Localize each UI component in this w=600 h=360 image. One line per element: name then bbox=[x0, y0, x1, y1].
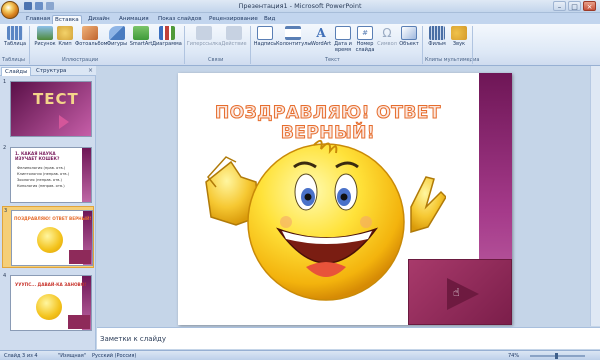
slide-preview: УУУПС... ДАВАЙ-КА ЗАНОВО! bbox=[10, 275, 92, 331]
slide-thumbnail-2[interactable]: 2 1. КАКАЯ НАУКА ИЗУЧАЕТ КОШЕК? Фелиноло… bbox=[2, 144, 94, 206]
hand-cursor-icon: ☝ bbox=[453, 286, 460, 299]
table-button[interactable]: Таблица bbox=[2, 26, 28, 47]
sound-button[interactable]: Звук bbox=[446, 26, 472, 47]
action-icon bbox=[226, 26, 242, 40]
sad-smiley-icon bbox=[36, 294, 62, 320]
slide-number: 1 bbox=[3, 79, 7, 85]
smiley-icon bbox=[37, 227, 63, 253]
answer-option: Зоология (неправ. отв.) bbox=[17, 178, 62, 182]
group-label-tables: Таблицы bbox=[2, 57, 25, 63]
shapes-icon bbox=[109, 26, 125, 40]
window-title: Презентация1 - Microsoft PowerPoint bbox=[238, 2, 362, 10]
slide-number: 4 bbox=[3, 273, 7, 279]
smartart-icon bbox=[133, 26, 149, 40]
object-button[interactable]: Объект bbox=[396, 26, 422, 47]
slide-canvas[interactable]: ПОЗДРАВЛЯЮ! ОТВЕТ ВЕРНЫЙ! ☝ bbox=[178, 73, 512, 325]
zoom-thumb[interactable] bbox=[555, 353, 558, 359]
office-button[interactable] bbox=[1, 1, 19, 19]
group-label-links: Связи bbox=[208, 57, 224, 63]
play-icon bbox=[447, 278, 479, 310]
photo-album-icon bbox=[82, 26, 98, 40]
smartart-button[interactable]: SmartArt bbox=[128, 26, 154, 47]
panel-tabs: Слайды Структура × bbox=[0, 66, 96, 76]
slide-title: ТЕСТ bbox=[33, 90, 79, 108]
action-button[interactable]: Действие bbox=[220, 26, 248, 47]
clipart-icon bbox=[57, 26, 73, 40]
slide-thumbnail-1[interactable]: 1 ТЕСТ bbox=[2, 78, 94, 140]
wordart-icon: A bbox=[316, 26, 326, 40]
chart-icon bbox=[159, 26, 175, 40]
textbox-button[interactable]: Надпись bbox=[252, 26, 278, 47]
hyperlink-icon bbox=[196, 26, 212, 40]
slide-preview: 1. КАКАЯ НАУКА ИЗУЧАЕТ КОШЕК? Фелинологи… bbox=[10, 147, 92, 203]
slide-title: УУУПС... ДАВАЙ-КА ЗАНОВО! bbox=[15, 282, 87, 287]
slide-preview: ТЕСТ bbox=[10, 81, 92, 137]
play-icon bbox=[59, 115, 69, 129]
language[interactable]: Русский (Россия) bbox=[92, 353, 136, 359]
slide-counter: Слайд 3 из 4 bbox=[4, 353, 38, 359]
vertical-scrollbar[interactable] bbox=[590, 66, 600, 326]
play-button[interactable]: ☝ bbox=[408, 259, 512, 325]
slide-number: 3 bbox=[4, 208, 8, 214]
textbox-icon bbox=[257, 26, 273, 40]
tab-slides[interactable]: Слайды bbox=[1, 67, 32, 76]
title-bar: Презентация1 - Microsoft PowerPoint – □ … bbox=[0, 0, 600, 19]
close-icon[interactable]: × bbox=[88, 67, 93, 74]
slide-number-icon: # bbox=[357, 26, 373, 40]
table-icon bbox=[7, 26, 23, 40]
slide-title: 1. КАКАЯ НАУКА ИЗУЧАЕТ КОШЕК? bbox=[15, 151, 60, 161]
notes-pane[interactable]: Заметки к слайду bbox=[97, 327, 600, 349]
theme-name[interactable]: "Изящная" bbox=[58, 353, 86, 359]
slide-preview: ПОЗДРАВЛЯЮ! ОТВЕТ ВЕРНЫЙ! bbox=[11, 210, 93, 266]
header-footer-button[interactable]: Колонтитулы bbox=[276, 26, 311, 47]
movie-icon bbox=[429, 26, 445, 40]
notes-placeholder: Заметки к слайду bbox=[100, 335, 167, 343]
zoom-level[interactable]: 74% bbox=[508, 353, 519, 359]
answer-option: Клиптология (неправ. отв.) bbox=[17, 172, 70, 176]
close-button[interactable]: × bbox=[583, 1, 596, 11]
slide-thumbnail-3[interactable]: 3 ПОЗДРАВЛЯЮ! ОТВЕТ ВЕРНЫЙ! bbox=[2, 206, 94, 268]
return-button-thumb bbox=[68, 315, 90, 329]
tab-outline[interactable]: Структура bbox=[33, 67, 69, 76]
group-label-illustrations: Иллюстрации bbox=[62, 57, 99, 63]
slide-thumbnail-4[interactable]: 4 УУУПС... ДАВАЙ-КА ЗАНОВО! bbox=[2, 272, 94, 334]
minimize-button[interactable]: – bbox=[553, 1, 566, 11]
status-bar: Слайд 3 из 4 "Изящная" Русский (Россия) … bbox=[0, 350, 600, 360]
chart-button[interactable]: Диаграмма bbox=[152, 26, 182, 47]
group-separator bbox=[29, 26, 30, 64]
slides-panel: Слайды Структура × 1 ТЕСТ 2 1. КАКАЯ НАУ… bbox=[0, 66, 96, 350]
header-footer-icon bbox=[285, 26, 301, 40]
window-controls: – □ × bbox=[553, 1, 596, 11]
shapes-button[interactable]: Фигуры bbox=[104, 26, 130, 47]
play-button-thumb bbox=[69, 250, 91, 264]
group-separator bbox=[472, 26, 473, 64]
slide-title: ПОЗДРАВЛЯЮ! ОТВЕТ ВЕРНЫЙ! bbox=[14, 216, 92, 221]
photo-album-button[interactable]: Фотоальбом bbox=[75, 26, 107, 47]
picture-icon bbox=[37, 26, 53, 40]
group-separator bbox=[422, 26, 423, 64]
group-separator bbox=[184, 26, 185, 64]
answer-option: Кинология (неправ. отв.) bbox=[17, 184, 65, 188]
symbol-icon: Ω bbox=[382, 26, 392, 40]
maximize-button[interactable]: □ bbox=[568, 1, 581, 11]
slide-number: 2 bbox=[3, 145, 7, 151]
date-time-icon bbox=[335, 26, 351, 40]
ribbon: Таблица Рисунок Клип Фотоальбом Фигуры S… bbox=[0, 24, 600, 66]
sound-icon bbox=[451, 26, 467, 40]
group-label-text: Текст bbox=[325, 57, 340, 63]
answer-option: Фелинология (прав. отв.) bbox=[17, 166, 66, 170]
object-icon bbox=[401, 26, 417, 40]
hyperlink-button[interactable]: Гиперссылка bbox=[186, 26, 222, 47]
group-separator bbox=[250, 26, 251, 64]
